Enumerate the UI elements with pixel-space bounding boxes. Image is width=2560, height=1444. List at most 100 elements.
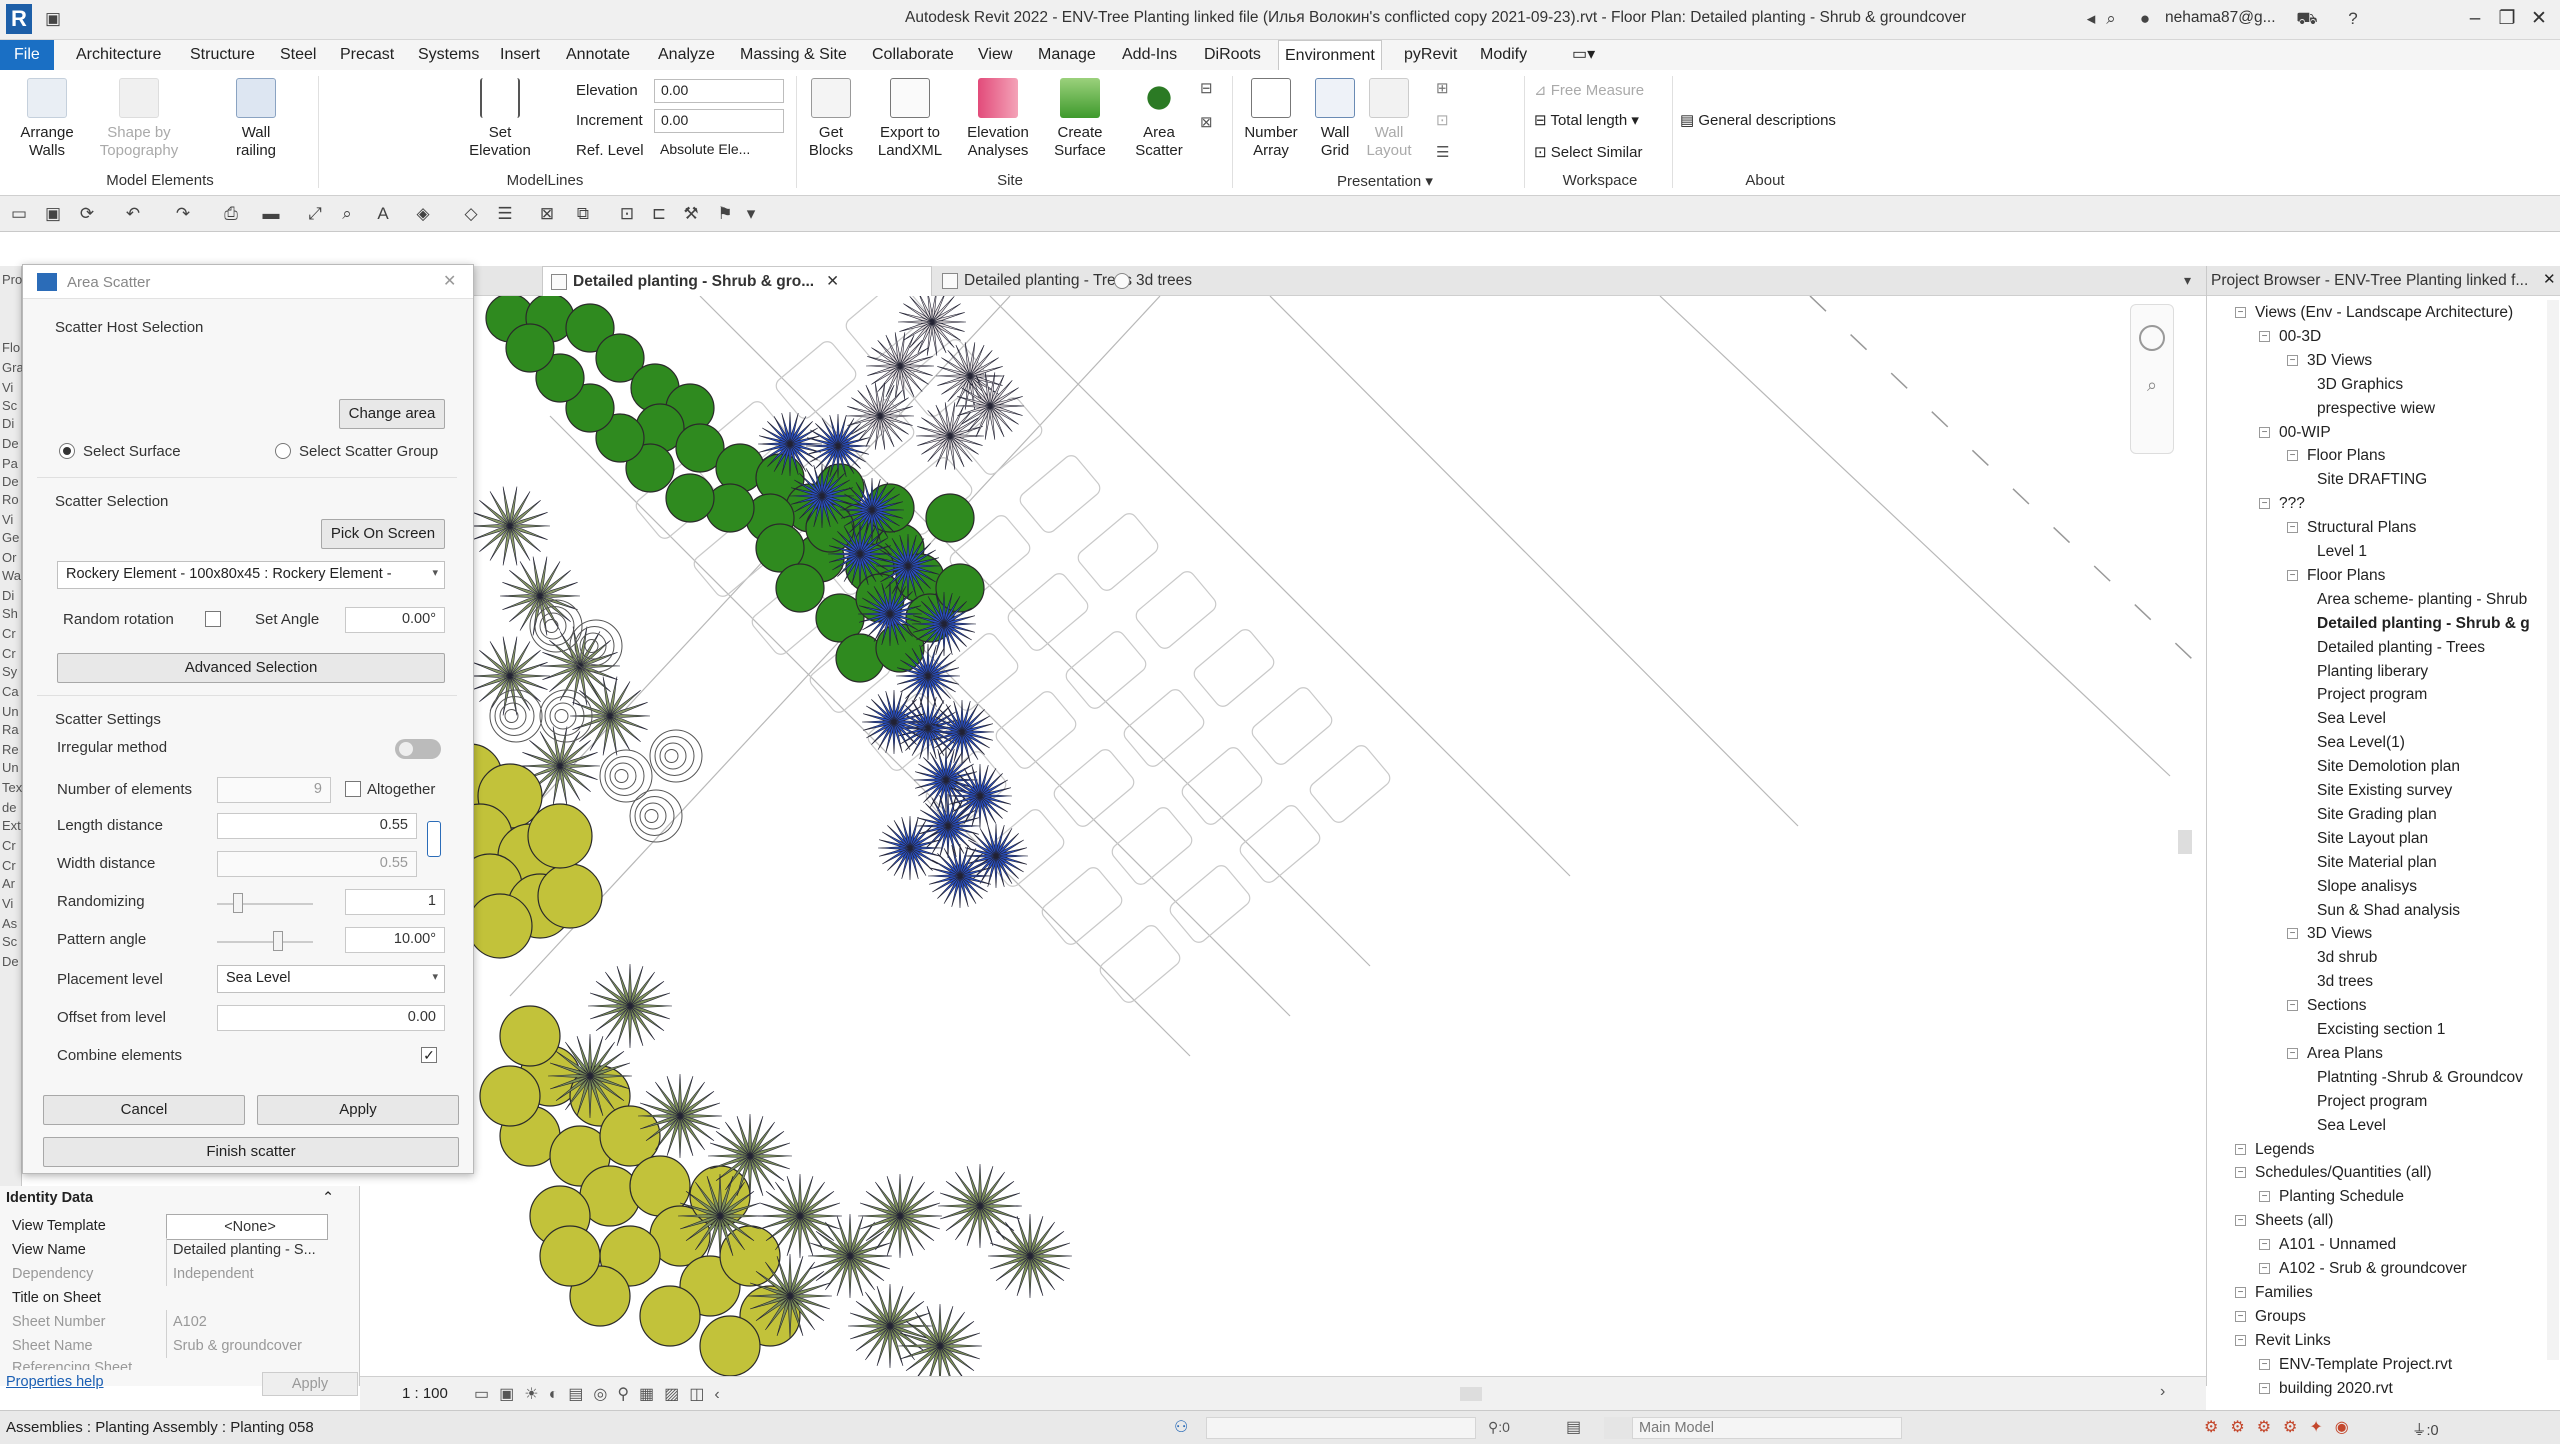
tab-diroots[interactable]: DiRoots [1198, 40, 1267, 70]
browser-item[interactable]: Sea Level [2317, 708, 2386, 730]
browser-item[interactable]: Detailed planting - Shrub & g [2317, 613, 2530, 635]
random-rotation-checkbox[interactable] [205, 611, 221, 627]
steering-wheel-icon[interactable] [2139, 325, 2165, 351]
section-icon[interactable]: ◇ [460, 203, 482, 225]
advanced-selection-button[interactable]: Advanced Selection [57, 653, 445, 683]
randomizing-slider-thumb[interactable] [233, 893, 243, 913]
browser-item[interactable]: Groups [2255, 1306, 2306, 1328]
binoculars-icon[interactable]: ⌕ [2100, 8, 2122, 30]
tab-file[interactable]: File [0, 40, 54, 70]
apply-button[interactable]: Apply [257, 1095, 459, 1125]
browser-item[interactable]: Sun & Shad analysis [2317, 900, 2460, 922]
browser-item[interactable]: Families [2255, 1282, 2313, 1304]
tab-modify[interactable]: Modify [1474, 40, 1533, 70]
collapse-icon[interactable]: ⌃ [322, 1190, 334, 1206]
finish-scatter-button[interactable]: Finish scatter [43, 1137, 459, 1167]
tree-toggle-icon[interactable]: − [2235, 1286, 2246, 1298]
wall-layout-button[interactable]: Wall Layout [1362, 78, 1416, 160]
design-options-icon[interactable]: ▤ [1566, 1417, 1581, 1437]
redo-icon[interactable]: ↷ [172, 203, 194, 225]
open-icon[interactable]: ▭ [8, 203, 30, 225]
floor-plan-drawing[interactable] [470, 296, 2198, 1376]
tree-toggle-icon[interactable]: − [2259, 426, 2270, 438]
browser-item[interactable]: Planting liberary [2317, 661, 2428, 683]
browser-item[interactable]: Level 1 [2317, 541, 2367, 563]
browser-item[interactable]: Detailed planting - Trees [2317, 637, 2485, 659]
browser-item[interactable]: Site DRAFTING [2317, 469, 2427, 491]
tree-toggle-icon[interactable]: − [2259, 1239, 2270, 1251]
browser-item[interactable]: Schedules/Quantities (all) [2255, 1162, 2432, 1184]
tabs-dropdown-icon[interactable]: ▾ [2184, 272, 2191, 289]
switch-windows-icon[interactable]: ⧉ [572, 203, 594, 225]
tree-toggle-icon[interactable]: − [2259, 1358, 2270, 1370]
browser-item[interactable]: Site Existing survey [2317, 780, 2452, 802]
browser-item[interactable]: Floor Plans [2307, 565, 2385, 587]
tree-toggle-icon[interactable]: − [2235, 307, 2246, 318]
text-icon[interactable]: A [372, 203, 394, 225]
number-of-elements-input[interactable]: 9 [217, 777, 331, 803]
browser-item[interactable]: Platnting -Shrub & Groundcov [2317, 1067, 2523, 1089]
user-account[interactable]: nehama87@g... [2165, 9, 2276, 27]
randomizing-slider[interactable] [217, 903, 313, 905]
measure-icon[interactable]: ▬ [260, 203, 282, 225]
project-browser-close-icon[interactable]: ✕ [2543, 270, 2556, 288]
browser-item[interactable]: 3D Graphics [2317, 374, 2403, 396]
tab-structure[interactable]: Structure [184, 40, 261, 70]
number-array-button[interactable]: Number Array [1236, 78, 1306, 160]
print-icon[interactable]: ⎙ [220, 203, 242, 225]
pattern-angle-slider[interactable] [217, 941, 313, 943]
presentation-tool3-icon[interactable]: ☰ [1436, 142, 1449, 164]
navigation-bar[interactable]: ⌕ [2130, 304, 2174, 454]
tree-toggle-icon[interactable]: − [2287, 1047, 2298, 1059]
flag-icon[interactable]: ⚑ [714, 203, 736, 225]
browser-item[interactable]: Sea Level(1) [2317, 732, 2405, 754]
browser-item[interactable]: ENV-Template Project.rvt [2279, 1354, 2452, 1376]
tree-toggle-icon[interactable]: − [2259, 1263, 2270, 1274]
change-area-button[interactable]: Change area [339, 399, 445, 429]
browser-item[interactable]: building 2020.rvt [2279, 1378, 2393, 1400]
total-length-button[interactable]: ⊟ Total length ▾ [1534, 110, 1639, 132]
cart-icon[interactable]: ⛟ [2296, 8, 2318, 30]
frame-icon[interactable]: ⊏ [648, 203, 670, 225]
tree-toggle-icon[interactable]: − [2235, 1215, 2246, 1227]
tab-environment[interactable]: Environment [1278, 40, 1382, 70]
tab-precast[interactable]: Precast [334, 40, 400, 70]
tree-toggle-icon[interactable]: − [2287, 1000, 2298, 1012]
tab-manage[interactable]: Manage [1032, 40, 1102, 70]
tree-toggle-icon[interactable]: − [2287, 569, 2298, 581]
elevation-analyses-button[interactable]: Elevation Analyses [956, 78, 1040, 160]
wrench-icon[interactable]: ⚒ [680, 203, 702, 225]
tree-toggle-icon[interactable]: − [2235, 1167, 2246, 1179]
tree-toggle-icon[interactable]: − [2259, 498, 2270, 510]
tab-3d-trees[interactable]: 3d trees [1106, 266, 1226, 296]
view-name-field[interactable]: Detailed planting - S... [166, 1238, 328, 1262]
tree-toggle-icon[interactable]: − [2235, 1334, 2246, 1346]
browser-item[interactable]: Planting Schedule [2279, 1186, 2404, 1208]
arrange-walls-button[interactable]: Arrange Walls [12, 78, 82, 160]
revit-logo[interactable]: R [6, 4, 32, 34]
info-center-icon[interactable]: ▣ [42, 8, 64, 30]
browser-item[interactable]: Sections [2307, 995, 2366, 1017]
browser-scrollbar[interactable] [2547, 300, 2559, 1360]
set-elevation-button[interactable]: Set Elevation [464, 78, 536, 160]
browser-item[interactable]: Excisting section 1 [2317, 1019, 2445, 1041]
dimension-icon[interactable]: ⤢ [304, 203, 326, 225]
tree-toggle-icon[interactable]: − [2287, 522, 2298, 534]
tab-collaborate[interactable]: Collaborate [866, 40, 960, 70]
tab-add-ins[interactable]: Add-Ins [1116, 40, 1183, 70]
browser-item[interactable]: Sheets (all) [2255, 1210, 2333, 1232]
increment-field[interactable]: 0.00 [654, 109, 784, 133]
scroll-right-icon[interactable]: › [2160, 1383, 2165, 1401]
browser-item[interactable]: Structural Plans [2307, 517, 2416, 539]
selection-mode-icons[interactable]: ⚙⚙⚙⚙✦◉ [2204, 1417, 2361, 1437]
tile-icon[interactable]: ⊡ [616, 203, 638, 225]
browser-item[interactable]: prespective wiew [2317, 398, 2435, 420]
export-landxml-button[interactable]: Export to LandXML [868, 78, 952, 160]
close-hidden-icon[interactable]: ⊠ [536, 203, 558, 225]
browser-item[interactable]: Slope analisys [2317, 876, 2417, 898]
save-icon[interactable]: ▣ [42, 203, 64, 225]
tab-view[interactable]: View [972, 40, 1018, 70]
wall-grid-button[interactable]: Wall Grid [1308, 78, 1362, 160]
worksharing-icon[interactable]: ⚇ [1174, 1417, 1188, 1437]
get-blocks-button[interactable]: Get Blocks [800, 78, 862, 160]
